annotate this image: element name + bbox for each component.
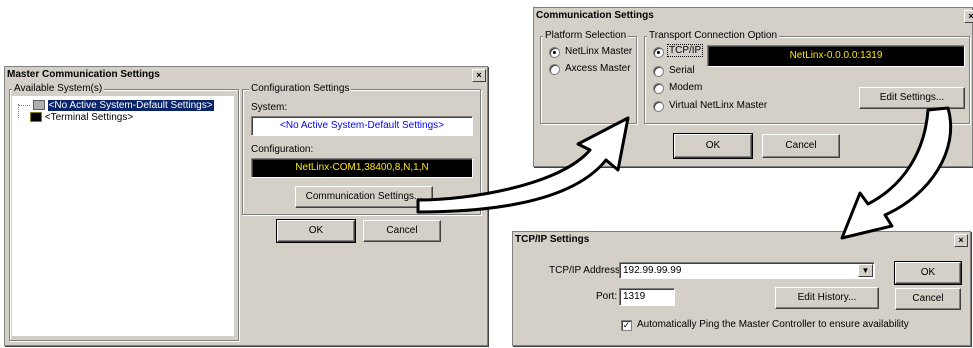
tcpip-address-combo[interactable]: 192.99.99.99 ▼ [619, 262, 875, 279]
edit-settings-label: Edit Settings... [879, 92, 945, 103]
netlinx-master-label: NetLinx Master [565, 46, 633, 57]
tcpip-settings-dialog: TCP/IP Settings × TCP/IP Address: 192.99… [512, 231, 971, 346]
configuration-settings-group: Configuration Settings System: <No Activ… [242, 83, 481, 215]
configuration-label: Configuration: [251, 144, 314, 155]
computer-icon [32, 100, 45, 111]
tcp-close-button[interactable]: × [954, 234, 968, 247]
communication-settings-dialog: Communication Settings × Platform Select… [533, 7, 973, 167]
comm-cancel-button[interactable]: Cancel [762, 134, 840, 158]
transport-connection-label: Transport Connection Option [647, 30, 780, 41]
connection-value: NetLinx-0.0.0.0:1319 [789, 50, 883, 61]
axcess-master-label: Axcess Master [565, 63, 631, 74]
edit-history-button[interactable]: Edit History... [775, 287, 879, 309]
tree-item-terminal-settings[interactable]: <Terminal Settings> [18, 104, 134, 124]
edit-settings-button[interactable]: Edit Settings... [859, 87, 965, 109]
auto-ping-label: Automatically Ping the Master Controller… [637, 319, 909, 330]
edit-history-label: Edit History... [797, 292, 857, 303]
available-systems-label: Available System(s) [12, 83, 105, 94]
cancel-label: Cancel [386, 225, 418, 236]
comm-dialog-titlebar: Communication Settings [534, 8, 972, 23]
tree-line-icon [18, 104, 30, 106]
modem-label: Modem [669, 82, 703, 93]
cancel-label: Cancel [785, 140, 817, 151]
configuration-value: NetLinx-COM1,38400,8,N,1,N [295, 162, 429, 173]
comm-ok-button[interactable]: OK [673, 133, 753, 159]
serial-radio[interactable] [653, 66, 664, 77]
comm-close-button[interactable]: × [964, 10, 973, 23]
tcpip-radio[interactable] [653, 47, 664, 58]
master-cancel-button[interactable]: Cancel [363, 220, 441, 242]
comm-dialog-title: Communication Settings [536, 10, 654, 21]
system-field: <No Active System-Default Settings> [251, 116, 473, 136]
tree-item-label: <No Active System-Default Settings> [46, 99, 215, 112]
master-ok-button[interactable]: OK [276, 219, 356, 243]
cancel-label: Cancel [912, 293, 944, 304]
virtual-netlinx-master-radio[interactable] [653, 101, 664, 112]
tree-vline-icon [18, 104, 19, 118]
tcpip-address-value: 192.99.99.99 [623, 265, 682, 276]
platform-selection-group: Platform Selection NetLinx Master Axcess… [540, 30, 637, 124]
tcp-cancel-button[interactable]: Cancel [895, 288, 961, 310]
systems-tree[interactable]: <No Active System-Default Settings> <Ter… [12, 96, 234, 336]
master-dialog-titlebar: Master Communication Settings [5, 67, 487, 82]
serial-label: Serial [669, 65, 695, 76]
dropdown-arrow-icon[interactable]: ▼ [858, 264, 873, 277]
tcp-dialog-title: TCP/IP Settings [515, 234, 590, 245]
port-value: 1319 [623, 291, 646, 302]
port-field[interactable]: 1319 [619, 288, 675, 306]
ok-label: OK [308, 225, 324, 236]
ok-label: OK [705, 140, 721, 151]
tcpip-address-label: TCP/IP Address: [549, 265, 623, 276]
tcp-dialog-titlebar: TCP/IP Settings [513, 232, 970, 247]
configuration-field: NetLinx-COM1,38400,8,N,1,N [251, 158, 473, 178]
netlinx-master-radio[interactable] [549, 47, 560, 58]
platform-selection-label: Platform Selection [543, 30, 629, 41]
master-dialog-title: Master Communication Settings [7, 69, 160, 80]
tcp-ok-button[interactable]: OK [894, 261, 962, 285]
configuration-settings-label: Configuration Settings [249, 83, 352, 94]
transport-connection-group: Transport Connection Option TCP/IP Seria… [644, 30, 970, 124]
system-label: System: [251, 102, 288, 113]
communication-settings-label: Communication Settings... [305, 191, 423, 202]
auto-ping-checkbox[interactable]: ✓ [621, 320, 632, 331]
ok-label: OK [920, 267, 936, 278]
available-systems-group: Available System(s) <No Active System-De… [9, 83, 239, 341]
connection-display: NetLinx-0.0.0.0:1319 [707, 45, 965, 67]
communication-settings-button[interactable]: Communication Settings... [295, 186, 433, 208]
axcess-master-radio[interactable] [549, 64, 560, 75]
master-communication-settings-dialog: Master Communication Settings × Availabl… [4, 66, 488, 346]
tcpip-label: TCP/IP [666, 44, 704, 57]
terminal-icon [30, 112, 42, 123]
tree-item-label: <Terminal Settings> [44, 112, 134, 123]
tree-item-no-active-system[interactable]: <No Active System-Default Settings> [18, 99, 215, 112]
close-icon: × [958, 235, 964, 245]
modem-radio[interactable] [653, 83, 664, 94]
port-label: Port: [596, 291, 618, 302]
close-icon: × [476, 70, 482, 80]
virtual-netlinx-master-label: Virtual NetLinx Master [669, 100, 768, 111]
system-value: <No Active System-Default Settings> [280, 120, 444, 131]
master-close-button[interactable]: × [472, 69, 486, 82]
close-icon: × [968, 11, 973, 21]
